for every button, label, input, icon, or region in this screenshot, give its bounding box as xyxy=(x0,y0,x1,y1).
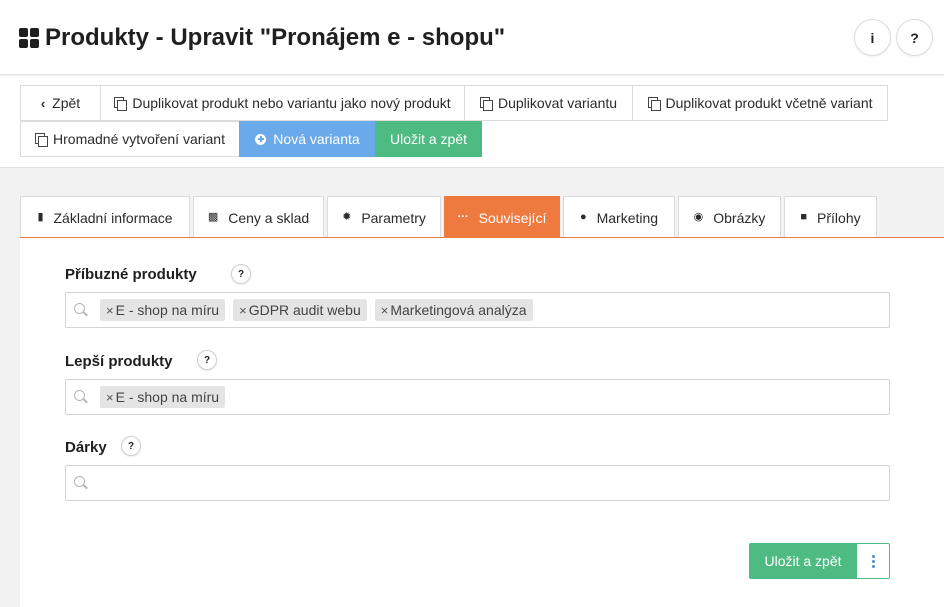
dots-icon: ··· xyxy=(457,211,469,223)
search-icon xyxy=(74,389,89,405)
duplicate-product-button[interactable]: Duplikovat produkt nebo variantu jako no… xyxy=(100,85,465,121)
tab-related[interactable]: ··· Související xyxy=(444,196,560,238)
gear-icon: ✹ xyxy=(342,211,352,223)
tab-label: Základní informace xyxy=(53,209,173,226)
info-button[interactable]: i xyxy=(854,19,891,56)
info-icon: i xyxy=(870,29,875,46)
duplicate-with-variants-button[interactable]: Duplikovat produkt včetně variant xyxy=(632,85,888,121)
copy-icon xyxy=(35,133,49,147)
save-back-button[interactable]: Uložit a zpět xyxy=(375,121,482,157)
related-products-select[interactable]: × E - shop na míru × GDPR audit webu × M… xyxy=(65,292,890,328)
tab-basic-info[interactable]: ▮ Základní informace xyxy=(20,196,190,238)
tab-label: Ceny a sklad xyxy=(228,209,310,226)
globe-icon: ● xyxy=(579,211,587,223)
grid-icon xyxy=(19,28,39,48)
duplicate-variant-button[interactable]: Duplikovat variantu xyxy=(464,85,633,121)
book-icon: ▮ xyxy=(37,211,44,223)
tab-parameters[interactable]: ✹ Parametry xyxy=(327,196,441,238)
new-variant-button[interactable]: Nová varianta xyxy=(239,121,376,157)
tab-label: Přílohy xyxy=(817,209,861,226)
help-icon[interactable]: ? xyxy=(121,436,141,456)
tab-label: Marketing xyxy=(596,209,659,226)
gifts-select[interactable] xyxy=(65,465,890,501)
archive-icon: ■ xyxy=(800,211,808,223)
page-title-text: Produkty - Upravit "Pronájem e - shopu" xyxy=(45,24,506,51)
more-vertical-icon xyxy=(871,554,875,568)
better-products-select[interactable]: × E - shop na míru xyxy=(65,379,890,415)
bulk-variants-label: Hromadné vytvoření variant xyxy=(53,131,225,147)
help-icon: ? xyxy=(910,29,919,46)
bulk-variants-button[interactable]: Hromadné vytvoření variant xyxy=(20,121,240,157)
copy-icon xyxy=(114,97,128,111)
back-label: Zpět xyxy=(52,95,81,111)
search-icon xyxy=(74,475,89,491)
tab-underline xyxy=(20,237,944,238)
remove-tag-icon[interactable]: × xyxy=(106,390,114,405)
tab-images[interactable]: ◉ Obrázky xyxy=(678,196,781,238)
tag-label: GDPR audit webu xyxy=(248,302,361,318)
help-icon[interactable]: ? xyxy=(231,264,251,284)
back-button[interactable]: ‹ Zpět xyxy=(20,85,101,121)
remove-tag-icon[interactable]: × xyxy=(239,303,247,318)
copy-icon xyxy=(479,97,493,111)
tag: × GDPR audit webu xyxy=(233,299,367,321)
duplicate-variant-label: Duplikovat variantu xyxy=(497,95,618,111)
page-header: Produkty - Upravit "Pronájem e - shopu" … xyxy=(0,0,944,75)
search-icon xyxy=(74,302,89,318)
tab-prices-stock[interactable]: ▩ Ceny a sklad xyxy=(193,196,324,238)
camera-icon: ◉ xyxy=(693,211,704,223)
tag-label: Marketingová analýza xyxy=(390,302,527,318)
duplicate-with-variants-label: Duplikovat produkt včetně variant xyxy=(665,95,873,111)
duplicate-product-label: Duplikovat produkt nebo variantu jako no… xyxy=(132,95,451,111)
page-title: Produkty - Upravit "Pronájem e - shopu" xyxy=(19,20,505,56)
copy-icon xyxy=(647,97,661,111)
new-variant-label: Nová varianta xyxy=(273,131,360,147)
save-back-bottom-label: Uložit a zpět xyxy=(764,553,842,569)
gifts-label: Dárky xyxy=(65,439,107,456)
remove-tag-icon[interactable]: × xyxy=(381,303,389,318)
tab-label: Související xyxy=(478,209,547,226)
remove-tag-icon[interactable]: × xyxy=(106,303,114,318)
tag: × E - shop na míru xyxy=(100,386,226,408)
tab-marketing[interactable]: ● Marketing xyxy=(563,196,675,238)
tag: × E - shop na míru xyxy=(100,299,226,321)
tab-label: Parametry xyxy=(361,209,426,226)
more-options-button[interactable] xyxy=(856,543,890,579)
save-back-bottom-button[interactable]: Uložit a zpět xyxy=(749,543,857,579)
tab-label: Obrázky xyxy=(713,209,766,226)
related-products-label: Příbuzné produkty xyxy=(65,266,197,283)
save-back-label: Uložit a zpět xyxy=(389,131,468,147)
tag: × Marketingová analýza xyxy=(374,299,533,321)
tab-attachments[interactable]: ■ Přílohy xyxy=(784,196,877,238)
chevron-left-icon: ‹ xyxy=(40,95,46,111)
tag-label: E - shop na míru xyxy=(115,389,220,405)
money-icon: ▩ xyxy=(207,211,219,223)
help-icon[interactable]: ? xyxy=(197,350,217,370)
better-products-label: Lepší produkty xyxy=(65,353,173,370)
help-button[interactable]: ? xyxy=(896,19,933,56)
plus-circle-icon xyxy=(255,133,267,145)
tag-label: E - shop na míru xyxy=(115,302,220,318)
